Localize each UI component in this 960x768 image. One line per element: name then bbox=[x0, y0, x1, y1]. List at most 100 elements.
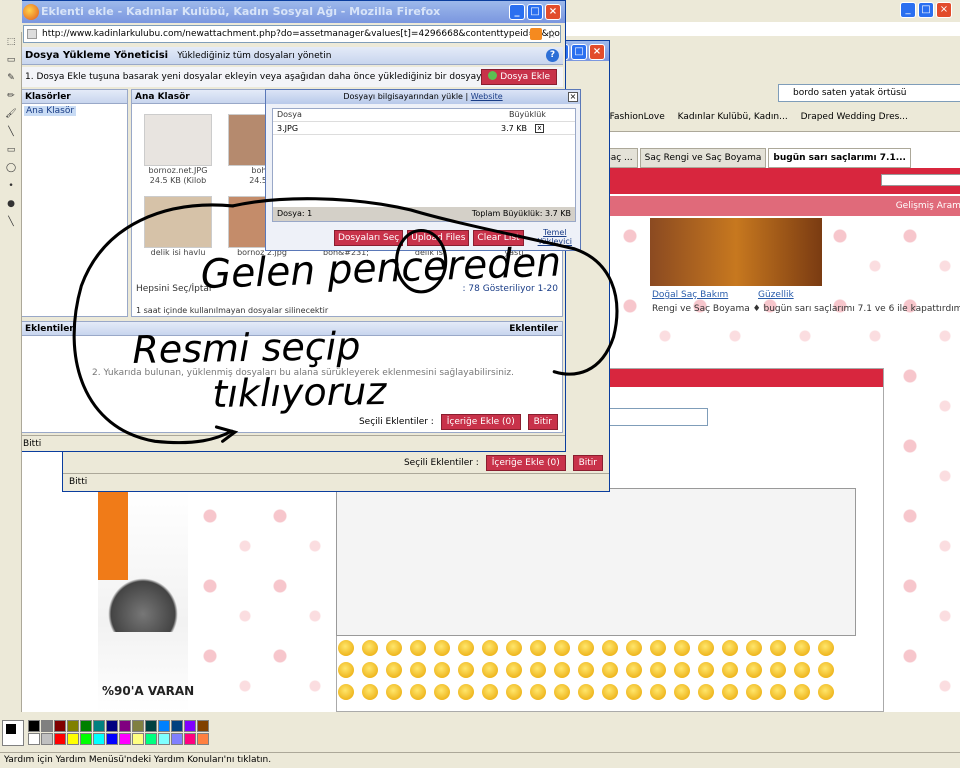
palette-swatch[interactable] bbox=[184, 720, 196, 732]
maximize-icon[interactable]: □ bbox=[571, 44, 587, 60]
palette-swatch[interactable] bbox=[28, 720, 40, 732]
smiley-icon[interactable] bbox=[530, 684, 546, 700]
palette-swatch[interactable] bbox=[93, 720, 105, 732]
smiley-icon[interactable] bbox=[434, 684, 450, 700]
smiley-icon[interactable] bbox=[602, 640, 618, 656]
smiley-icon[interactable] bbox=[722, 640, 738, 656]
smiley-icon[interactable] bbox=[338, 640, 354, 656]
palette-swatch[interactable] bbox=[106, 720, 118, 732]
url-bar[interactable]: http://www.kadinlarkulubu.com/newattachm… bbox=[23, 25, 561, 43]
smiley-icon[interactable] bbox=[698, 640, 714, 656]
smiley-icon[interactable] bbox=[626, 662, 642, 678]
ellipse-tool-icon[interactable]: ◯ bbox=[2, 160, 20, 176]
article-image[interactable] bbox=[650, 218, 822, 286]
insert-button[interactable]: İçeriğe Ekle (0) bbox=[485, 455, 566, 471]
smiley-icon[interactable] bbox=[650, 684, 666, 700]
smiley-icon[interactable] bbox=[434, 640, 450, 656]
smiley-icon[interactable] bbox=[746, 662, 762, 678]
smiley-icon[interactable] bbox=[770, 684, 786, 700]
palette-swatch[interactable] bbox=[119, 733, 131, 745]
palette-swatch[interactable] bbox=[119, 720, 131, 732]
smiley-icon[interactable] bbox=[650, 640, 666, 656]
palette-swatch[interactable] bbox=[93, 733, 105, 745]
file-thumbnail[interactable]: bornoz.net.JPG 24.5 KB (Kilob bbox=[140, 114, 216, 188]
smiley-icon[interactable] bbox=[506, 684, 522, 700]
smiley-icon[interactable] bbox=[602, 662, 618, 678]
smiley-icon[interactable] bbox=[458, 662, 474, 678]
smiley-icon[interactable] bbox=[698, 684, 714, 700]
smiley-icon[interactable] bbox=[482, 640, 498, 656]
current-colors[interactable] bbox=[2, 720, 24, 746]
palette-swatch[interactable] bbox=[171, 733, 183, 745]
palette-swatch[interactable] bbox=[106, 733, 118, 745]
palette-swatch[interactable] bbox=[54, 720, 66, 732]
bookmark-item[interactable]: Draped Wedding Dres... bbox=[801, 112, 908, 122]
smiley-icon[interactable] bbox=[362, 684, 378, 700]
close-icon[interactable]: × bbox=[545, 4, 561, 20]
smiley-icon[interactable] bbox=[410, 640, 426, 656]
smiley-icon[interactable] bbox=[818, 684, 834, 700]
smiley-icon[interactable] bbox=[530, 662, 546, 678]
smiley-icon[interactable] bbox=[674, 662, 690, 678]
dot-size-icon[interactable]: • bbox=[2, 178, 20, 194]
help-icon[interactable]: ? bbox=[546, 49, 559, 62]
smiley-icon[interactable] bbox=[746, 684, 762, 700]
smiley-icon[interactable] bbox=[554, 662, 570, 678]
close-icon[interactable]: × bbox=[568, 92, 578, 102]
smiley-icon[interactable] bbox=[482, 684, 498, 700]
smiley-icon[interactable] bbox=[674, 684, 690, 700]
tab-item-active[interactable]: bugün sarı saçlarımı 7.1... bbox=[768, 148, 911, 168]
finish-button[interactable]: Bitir bbox=[527, 414, 558, 430]
smiley-icon[interactable] bbox=[362, 662, 378, 678]
dot-size-large-icon[interactable]: ● bbox=[2, 196, 20, 212]
minimize-icon[interactable]: _ bbox=[900, 2, 916, 18]
smiley-icon[interactable] bbox=[746, 640, 762, 656]
select-files-button[interactable]: Dosyaları Seç bbox=[334, 230, 404, 246]
smiley-icon[interactable] bbox=[482, 662, 498, 678]
folder-item[interactable]: Ana Klasör bbox=[24, 106, 77, 116]
maximize-icon[interactable]: □ bbox=[527, 4, 543, 20]
paint-canvas[interactable]: _ □ × bordo saten yatak örtüsü N Fashion… bbox=[22, 0, 960, 712]
close-icon[interactable]: × bbox=[936, 2, 952, 18]
tab-item[interactable]: Saç Rengi ve Saç Boyama bbox=[639, 148, 767, 168]
eraser-tool-icon[interactable]: ▭ bbox=[2, 52, 20, 68]
palette-swatch[interactable] bbox=[28, 733, 40, 745]
smiley-icon[interactable] bbox=[794, 640, 810, 656]
smiley-icon[interactable] bbox=[794, 662, 810, 678]
finish-button[interactable]: Bitir bbox=[572, 455, 603, 471]
insert-button[interactable]: İçeriğe Ekle (0) bbox=[440, 414, 521, 430]
palette-swatch[interactable] bbox=[41, 720, 53, 732]
smiley-icon[interactable] bbox=[698, 662, 714, 678]
smiley-icon[interactable] bbox=[770, 640, 786, 656]
smiley-icon[interactable] bbox=[434, 662, 450, 678]
palette-swatch[interactable] bbox=[67, 720, 79, 732]
site-search-input[interactable] bbox=[881, 174, 960, 186]
diagonal-line-icon[interactable]: ╲ bbox=[2, 214, 20, 230]
smiley-icon[interactable] bbox=[722, 662, 738, 678]
smiley-icon[interactable] bbox=[626, 684, 642, 700]
smiley-icon[interactable] bbox=[386, 640, 402, 656]
palette-swatch[interactable] bbox=[41, 733, 53, 745]
maximize-icon[interactable]: □ bbox=[918, 2, 934, 18]
palette-swatch[interactable] bbox=[184, 733, 196, 745]
smiley-icon[interactable] bbox=[554, 684, 570, 700]
remove-file-icon[interactable]: x bbox=[535, 124, 544, 133]
palette-swatch[interactable] bbox=[54, 733, 66, 745]
smiley-icon[interactable] bbox=[794, 684, 810, 700]
smiley-icon[interactable] bbox=[362, 640, 378, 656]
smiley-icon[interactable] bbox=[818, 640, 834, 656]
bookmark-item[interactable]: Kadınlar Kulübü, Kadın... bbox=[678, 112, 788, 122]
message-textarea[interactable] bbox=[336, 488, 856, 636]
smiley-icon[interactable] bbox=[458, 640, 474, 656]
smiley-icon[interactable] bbox=[578, 640, 594, 656]
palette-swatch[interactable] bbox=[80, 720, 92, 732]
smiley-icon[interactable] bbox=[722, 684, 738, 700]
image-caption[interactable]: Doğal Saç Bakım bbox=[652, 290, 728, 300]
select-all-link[interactable]: Hepsini Seç/İptal bbox=[136, 284, 211, 294]
rss-icon[interactable] bbox=[530, 28, 542, 40]
palette-swatch[interactable] bbox=[197, 720, 209, 732]
rectangle-tool-icon[interactable]: ▭ bbox=[2, 142, 20, 158]
smiley-icon[interactable] bbox=[674, 640, 690, 656]
palette-swatch[interactable] bbox=[197, 733, 209, 745]
minimize-icon[interactable]: _ bbox=[509, 4, 525, 20]
